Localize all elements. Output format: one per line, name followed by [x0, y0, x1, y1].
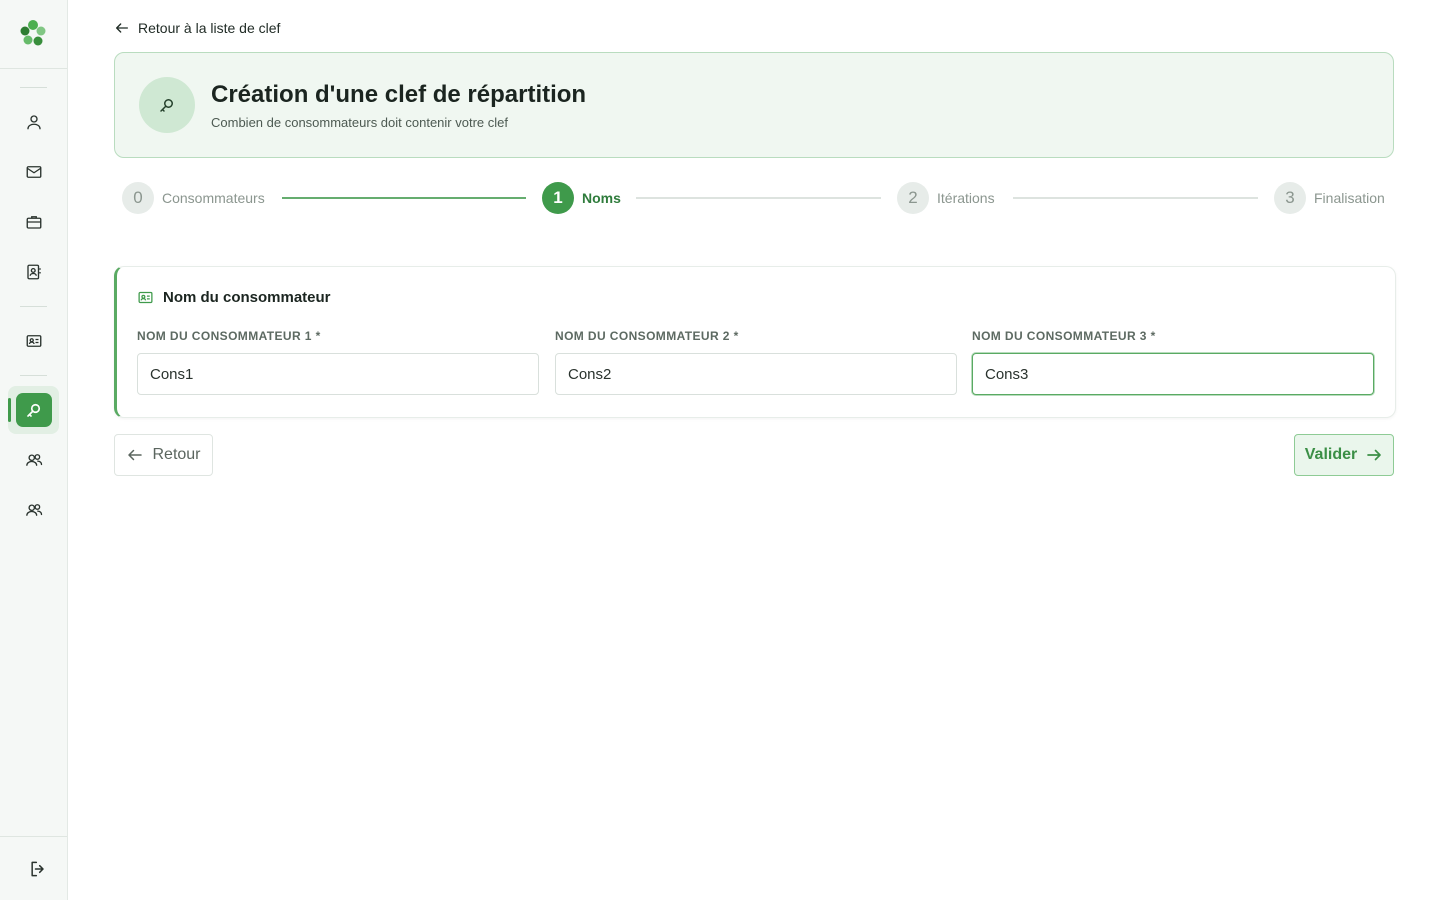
consumer-name-input-1[interactable]: [137, 353, 539, 395]
consumer-name-field-3: NOM DU CONSOMMATEUR 3 *: [972, 329, 1374, 395]
step-consommateurs[interactable]: 0 Consommateurs: [122, 182, 265, 214]
step-label: Noms: [582, 190, 621, 206]
sidebar-item-contacts[interactable]: [17, 255, 50, 288]
back-button-label: Retour: [152, 446, 201, 463]
validate-button[interactable]: Valider: [1294, 434, 1394, 476]
consumer-name-input-2[interactable]: [555, 353, 957, 395]
sidebar-item-projects[interactable]: [17, 205, 50, 238]
sidebar-divider: [0, 68, 67, 69]
back-to-key-list-link[interactable]: Retour à la liste de clef: [114, 20, 280, 36]
arrow-right-icon: [1367, 449, 1382, 461]
sidebar-item-users-profile[interactable]: [17, 105, 50, 138]
sidebar-divider: [20, 375, 47, 376]
step-number: 2: [897, 182, 929, 214]
logout-icon: [30, 861, 44, 876]
mail-icon: [26, 165, 41, 178]
field-label: NOM DU CONSOMMATEUR 3 *: [972, 329, 1156, 343]
back-link-label: Retour à la liste de clef: [138, 20, 281, 36]
users-icon: [25, 453, 42, 466]
sidebar-divider: [20, 306, 47, 307]
step-number: 3: [1274, 182, 1306, 214]
back-button[interactable]: Retour: [114, 434, 213, 476]
page-header-card: Création d'une clef de répartition Combi…: [114, 52, 1394, 158]
stepper: 0 Consommateurs 1 Noms 2 Itérations 3 Fi…: [114, 182, 1392, 216]
user-icon: [26, 114, 41, 129]
page-title: Création d'une clef de répartition: [211, 81, 587, 108]
briefcase-icon: [26, 215, 41, 229]
step-connector: [1013, 197, 1258, 199]
field-label: NOM DU CONSOMMATEUR 2 *: [555, 329, 739, 343]
arrow-left-icon: [116, 23, 128, 33]
step-number: 0: [122, 182, 154, 214]
step-connector: [282, 197, 526, 199]
key-search-icon: [27, 403, 41, 417]
consumer-names-card: Nom du consommateur NOM DU CONSOMMATEUR …: [114, 266, 1396, 418]
sidebar: [0, 0, 68, 900]
sidebar-item-keys[interactable]: [16, 393, 52, 427]
step-finalisation[interactable]: 3 Finalisation: [1274, 182, 1385, 214]
id-card-icon: [138, 291, 153, 304]
consumer-name-input-3[interactable]: [972, 353, 1374, 395]
sidebar-item-groups[interactable]: [17, 443, 50, 476]
arrow-left-icon: [128, 449, 143, 461]
step-iterations[interactable]: 2 Itérations: [897, 182, 995, 214]
step-noms[interactable]: 1 Noms: [542, 182, 621, 214]
sidebar-item-id-cards[interactable]: [17, 324, 50, 357]
step-label: Finalisation: [1314, 190, 1385, 206]
id-card-icon: [26, 334, 41, 347]
key-search-icon: [160, 99, 173, 112]
app-logo[interactable]: [17, 17, 49, 49]
step-label: Itérations: [937, 190, 995, 206]
sidebar-divider: [20, 87, 47, 88]
sidebar-divider: [0, 836, 67, 837]
users-icon: [25, 503, 42, 516]
step-label: Consommateurs: [162, 190, 265, 206]
header-icon-badge: [139, 77, 195, 133]
sidebar-item-teams[interactable]: [17, 493, 50, 526]
main-content: Retour à la liste de clef Création d'une…: [68, 0, 1440, 900]
logout-button[interactable]: [21, 852, 54, 885]
sidebar-item-messages[interactable]: [17, 155, 50, 188]
validate-button-label: Valider: [1304, 446, 1358, 463]
page-subtitle: Combien de consommateurs doit contenir v…: [211, 115, 508, 130]
step-connector: [636, 197, 881, 199]
contact-book-icon: [26, 264, 41, 279]
consumer-name-field-2: NOM DU CONSOMMATEUR 2 *: [555, 329, 957, 395]
field-label: NOM DU CONSOMMATEUR 1 *: [137, 329, 321, 343]
sidebar-active-indicator: [8, 398, 11, 422]
form-section-title: Nom du consommateur: [137, 289, 331, 306]
consumer-name-field-1: NOM DU CONSOMMATEUR 1 *: [137, 329, 539, 395]
form-title-label: Nom du consommateur: [163, 289, 331, 306]
step-number: 1: [542, 182, 574, 214]
